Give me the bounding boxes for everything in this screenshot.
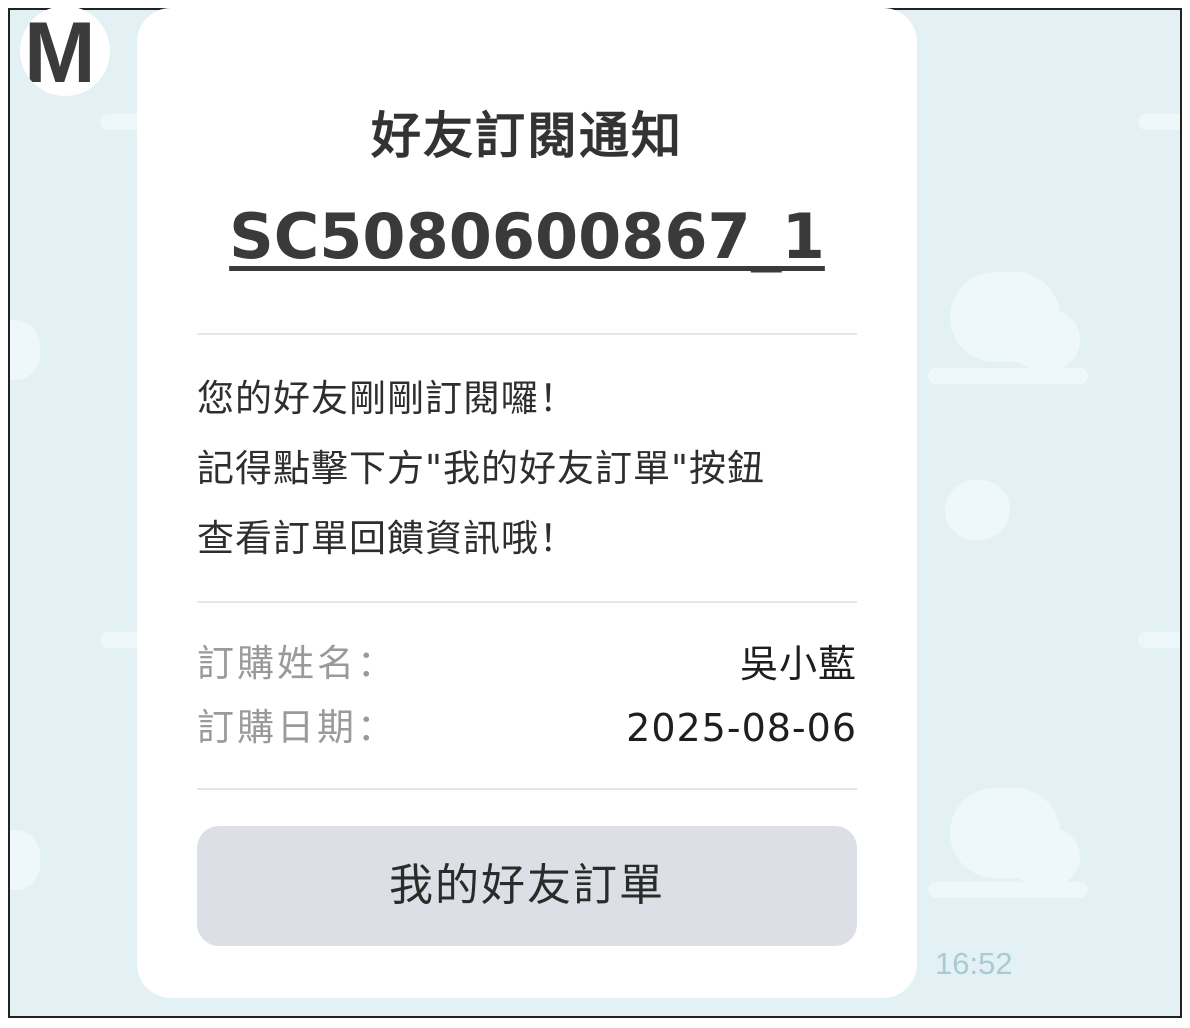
divider [197, 601, 857, 603]
cloud-decoration [1138, 114, 1180, 130]
message-line: 您的好友剛剛訂閱囉！ [197, 377, 577, 420]
order-date-label: 訂購日期： [197, 706, 397, 749]
avatar-logo: M [24, 6, 96, 96]
cloud-decoration [10, 320, 40, 380]
order-date-row: 訂購日期： 2025-08-06 [197, 698, 857, 758]
order-number-link[interactable]: SC5080600867_1 [137, 200, 917, 273]
order-name-label: 訂購姓名： [197, 642, 397, 685]
divider [197, 788, 857, 790]
cloud-decoration [1010, 828, 1080, 886]
message-body: 您的好友剛剛訂閱囉！ 記得點擊下方"我的好友訂單"按鈕 查看訂單回饋資訊哦！ [197, 364, 877, 574]
order-name-row: 訂購姓名： 吳小藍 [197, 634, 857, 694]
order-name-value: 吳小藍 [739, 642, 857, 686]
message-line: 查看訂單回饋資訊哦！ [197, 517, 577, 560]
my-friend-orders-button[interactable]: 我的好友訂單 [197, 826, 857, 946]
order-date-value: 2025-08-06 [626, 706, 857, 750]
message-timestamp: 16:52 [935, 946, 1013, 981]
avatar[interactable]: M [20, 6, 110, 96]
cloud-decoration [945, 480, 1010, 540]
cloud-decoration [10, 830, 40, 890]
message-line: 記得點擊下方"我的好友訂單"按鈕 [197, 447, 766, 490]
cloud-decoration [1138, 632, 1180, 648]
cloud-decoration [928, 368, 1088, 384]
card-title: 好友訂閱通知 [371, 107, 683, 165]
message-card: 好友訂閱通知 SC5080600867_1 您的好友剛剛訂閱囉！ 記得點擊下方"… [137, 8, 917, 998]
divider [197, 333, 857, 335]
cloud-decoration [1010, 310, 1080, 370]
cloud-decoration [928, 882, 1088, 898]
